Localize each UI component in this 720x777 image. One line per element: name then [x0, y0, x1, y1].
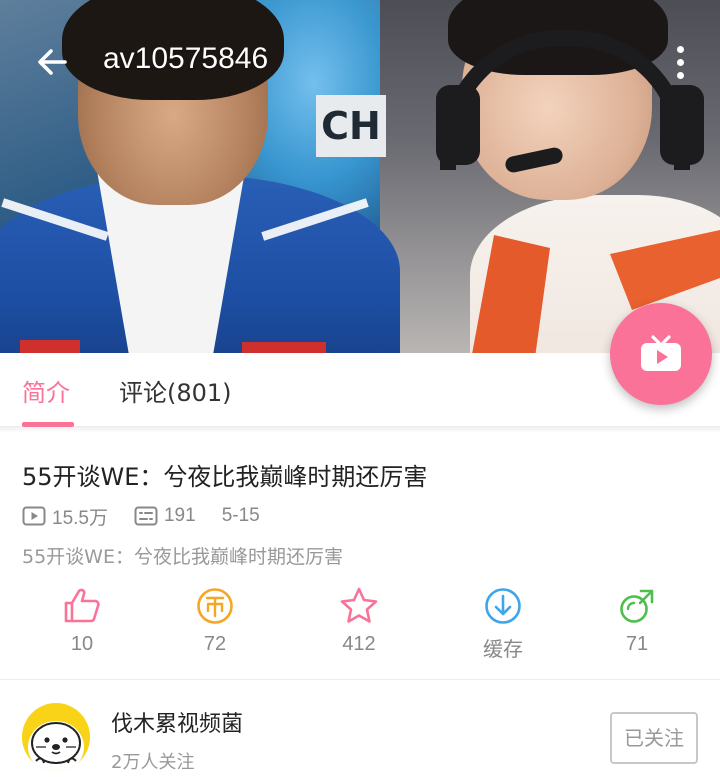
publish-date-value: 5-15 [221, 505, 260, 526]
headset-cup [436, 85, 480, 165]
follower-count: 2万人关注 [111, 752, 195, 773]
tv-play-icon [641, 335, 681, 371]
cover-sign: CH [316, 95, 386, 157]
tab-intro[interactable]: 简介 [22, 373, 70, 408]
coin-icon [197, 588, 233, 624]
video-title: 55开谈WE：兮夜比我巅峰时期还厉害 [22, 463, 428, 491]
page-title: av10575846 [103, 42, 269, 75]
cover-flag [242, 342, 326, 353]
play-count-value: 15.5万 [52, 507, 108, 529]
coin-button[interactable]: 72 [155, 585, 275, 656]
share-count: 71 [625, 633, 649, 655]
more-options-button[interactable] [660, 38, 700, 86]
danmaku-icon [134, 506, 158, 526]
video-stats: 15.5万 191 5-15 [22, 502, 286, 530]
danmaku-count: 191 [134, 505, 196, 527]
uploader-name[interactable]: 伐木累视频菌 [111, 706, 243, 738]
section-divider [0, 679, 720, 680]
arrow-left-icon [38, 49, 67, 75]
coin-count: 72 [203, 633, 227, 655]
share-icon [620, 589, 654, 623]
follow-button[interactable]: 已关注 [610, 712, 698, 764]
action-bar: 10 72 412 缓存 71 [0, 585, 720, 665]
back-button[interactable] [28, 38, 76, 86]
star-icon [340, 587, 378, 623]
danmaku-count-value: 191 [163, 505, 196, 526]
like-count: 10 [70, 633, 94, 655]
share-button[interactable]: 71 [577, 585, 697, 656]
more-vertical-icon-dot [676, 58, 684, 66]
publish-date: 5-15 [222, 505, 260, 527]
seal-mascot-icon [28, 721, 84, 771]
thumbs-up-icon [64, 588, 100, 623]
headset-cup [660, 85, 704, 165]
play-fab-button[interactable] [610, 303, 712, 405]
cover-flag [20, 340, 80, 353]
play-count-icon [22, 506, 46, 526]
favorite-button[interactable]: 412 [299, 585, 419, 656]
avatar[interactable] [22, 703, 90, 771]
more-vertical-icon-dot [676, 71, 684, 79]
like-button[interactable]: 10 [22, 585, 142, 656]
download-button[interactable]: 缓存 [443, 585, 563, 662]
tab-bar-shadow [0, 427, 720, 433]
download-icon [485, 588, 521, 624]
video-description: 55开谈WE：兮夜比我巅峰时期还厉害 [22, 546, 343, 568]
play-count: 15.5万 [22, 503, 108, 530]
favorite-count: 412 [342, 633, 376, 655]
more-vertical-icon [676, 45, 684, 53]
download-label: 缓存 [483, 639, 523, 661]
tab-comments[interactable]: 评论(801) [119, 373, 232, 408]
